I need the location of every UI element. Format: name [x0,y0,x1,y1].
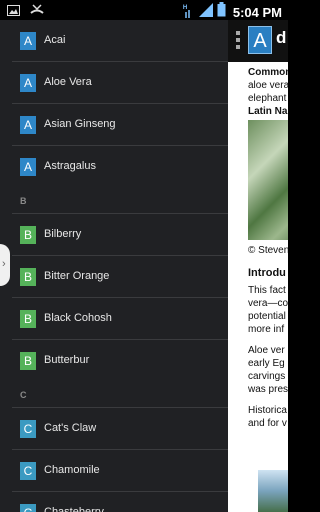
paragraph-line: Historica [248,405,287,416]
drawer-handle[interactable]: › [0,244,10,286]
footer-thumbnail[interactable] [258,470,288,512]
intro-line: potential [248,311,286,322]
section-letter: B [20,196,27,206]
drawer-item-label: Bilberry [44,228,82,240]
hsdpa-signal-icon: H [183,5,195,19]
battery-icon [217,2,226,22]
letter-badge-icon: B [20,310,36,328]
letter-badge-icon: C [20,504,36,512]
letter-badge-icon: C [20,462,36,480]
image-icon [6,3,20,17]
drawer-item-bitter-orange[interactable]: B Bitter Orange [0,256,228,298]
page-title: d [276,28,287,47]
paragraph-line: was pres [248,384,288,395]
drawer-item-label: Chamomile [44,464,100,476]
drawer-item-label: Astragalus [44,160,96,172]
signal-bars-icon [198,2,213,22]
common-name-line: elephant [248,93,287,104]
paragraph-line: early Eg [248,358,285,369]
section-header-b: B [0,188,228,214]
herb-list-drawer: A Acai A Aloe Vera A Asian Ginseng A Astragalus… [0,20,228,512]
paragraph-line: carvings [248,371,286,382]
chevron-right-icon: › [2,258,6,270]
app-logo-icon: A [248,26,272,54]
drawer-item-aloe-vera[interactable]: A Aloe Vera [0,62,228,104]
intro-line: more inf [248,324,285,335]
aloe-vera-photo[interactable] [248,120,288,240]
drawer-item-cat-s-claw[interactable]: C Cat's Claw [0,408,228,450]
intro-heading: Introdu [248,267,286,279]
letter-badge-icon: A [20,116,36,134]
drawer-item-black-cohosh[interactable]: B Black Cohosh [0,298,228,340]
letter-badge-icon: B [20,226,36,244]
drawer-item-chamomile[interactable]: C Chamomile [0,450,228,492]
section-letter: C [20,390,27,400]
drawer-item-label: Cat's Claw [44,422,97,434]
article-visible-region: A d Common aloe vera elephant Latin Na ©… [228,20,288,512]
drawer-item-acai[interactable]: A Acai [0,20,228,62]
drawer-item-astragalus[interactable]: A Astragalus [0,146,228,188]
drawer-item-chasteberry[interactable]: C Chasteberry [0,492,228,512]
status-bar: H 5:04 PM [0,0,288,20]
paragraph-line: and for v [248,418,287,429]
paragraph-line: Aloe ver [248,345,285,356]
drawer-item-asian-ginseng[interactable]: A Asian Ginseng [0,104,228,146]
letter-badge-icon: A [20,158,36,176]
drawer-item-label: Chasteberry [44,506,104,512]
drawer-item-label: Black Cohosh [44,312,112,324]
drawer-item-butterbur[interactable]: B Butterbur [0,340,228,382]
photo-credit: © Steven [248,245,288,256]
article-body: Common aloe vera elephant Latin Na © Ste… [248,66,288,430]
drawer-item-label: Aloe Vera [44,76,92,88]
letter-badge-icon: A [20,32,36,50]
common-names-label: Common [248,67,288,78]
common-name-line: aloe vera [248,80,288,91]
letter-badge-icon: A [20,74,36,92]
letter-badge-icon: C [20,420,36,438]
intro-line: vera—co [248,298,288,309]
drawer-item-bilberry[interactable]: B Bilberry [0,214,228,256]
status-time: 5:04 PM [232,4,282,20]
drawer-item-label: Butterbur [44,354,90,366]
letter-badge-icon: B [20,268,36,286]
letter-badge-icon: B [20,352,36,370]
drawer-item-label: Bitter Orange [44,270,110,282]
latin-name-label: Latin Na [248,106,288,117]
intro-line: This fact [248,285,286,296]
drawer-item-label: Asian Ginseng [44,118,116,130]
drawer-item-label: Acai [44,34,66,46]
section-header-c: C [0,382,228,408]
missed-call-icon [30,3,44,17]
